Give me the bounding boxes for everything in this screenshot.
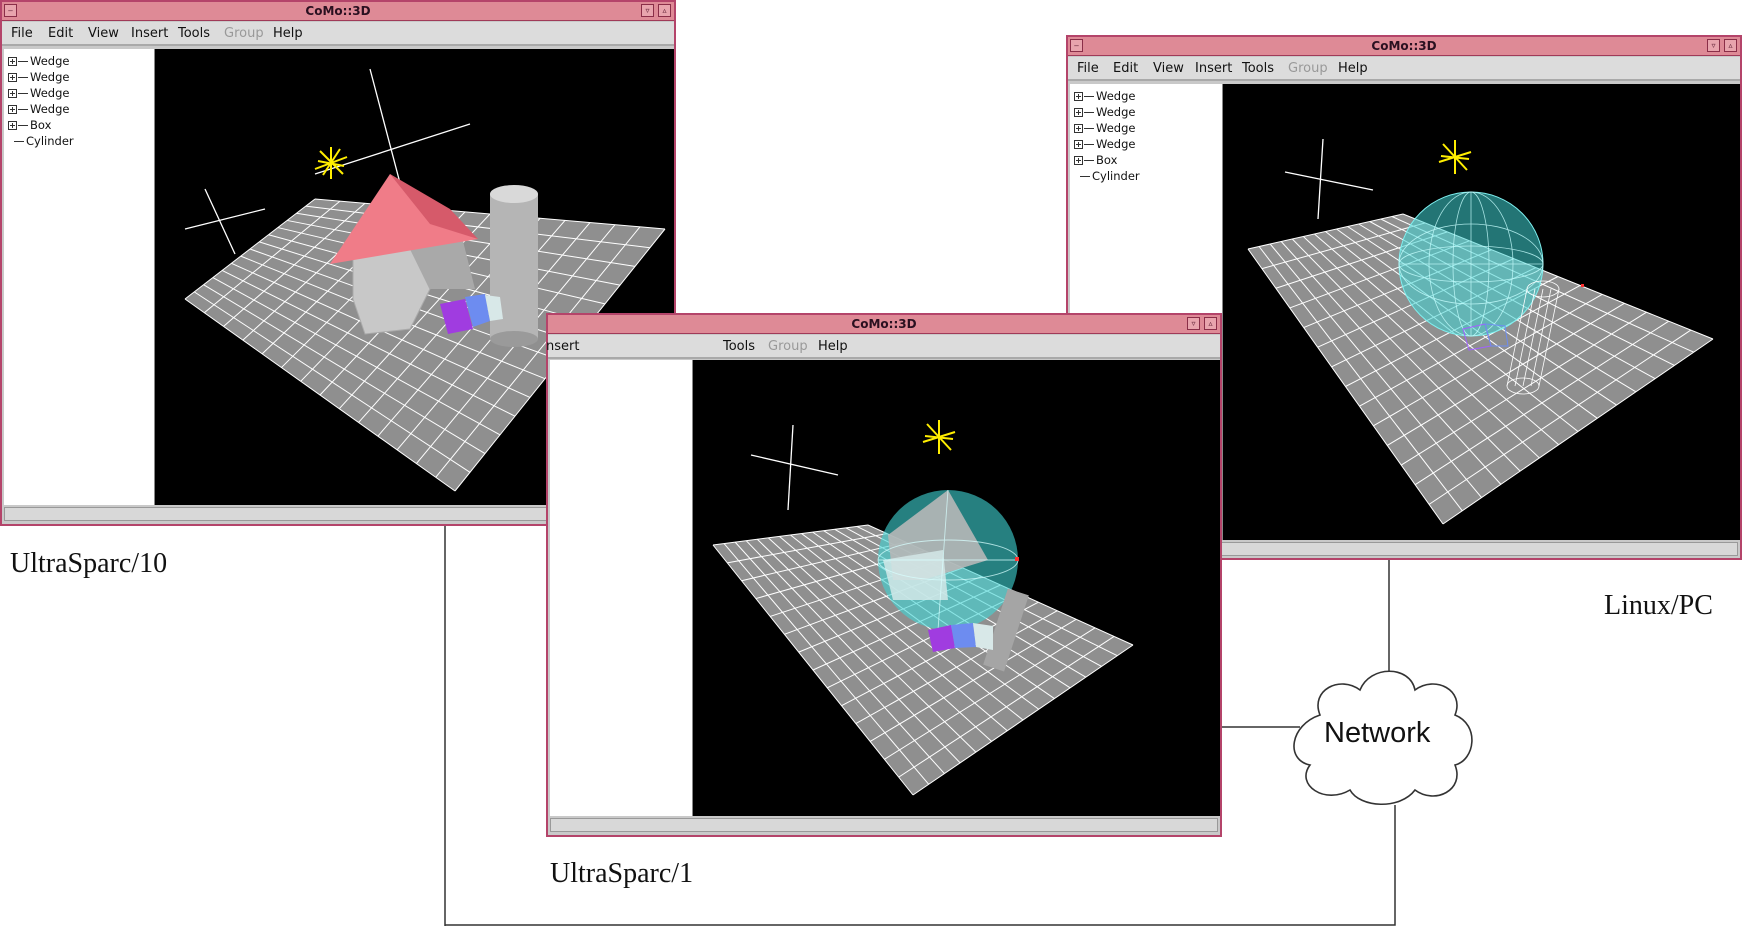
menu-insert[interactable]: Insert bbox=[1195, 61, 1232, 76]
minimize-icon[interactable]: ▿ bbox=[1707, 39, 1720, 52]
menu-group: Group bbox=[768, 339, 808, 354]
tree-item-cylinder[interactable]: Cylinder bbox=[1074, 169, 1140, 183]
scene-tree[interactable]: Wedge Wedge Wedge Wedge Box Cylinder bbox=[4, 49, 155, 505]
tree-item-wedge[interactable]: Wedge bbox=[1074, 89, 1135, 103]
expand-icon[interactable] bbox=[8, 89, 17, 98]
tree-item-wedge[interactable]: Wedge bbox=[1074, 137, 1135, 151]
tree-item-wedge[interactable]: Wedge bbox=[1074, 105, 1135, 119]
window-title: CoMo::3D bbox=[851, 317, 917, 331]
expand-icon[interactable] bbox=[8, 57, 17, 66]
scene-tree[interactable] bbox=[550, 360, 693, 816]
window-title: CoMo::3D bbox=[305, 4, 371, 18]
minimize-icon[interactable]: ▿ bbox=[641, 4, 654, 17]
tree-item-cylinder[interactable]: Cylinder bbox=[8, 134, 74, 148]
menu-bar: File Edit View Insert Tools Group Help bbox=[1068, 57, 1740, 81]
maximize-icon[interactable]: ▵ bbox=[658, 4, 671, 17]
status-bar bbox=[550, 818, 1218, 832]
host-label-linux-pc: Linux/PC bbox=[1604, 590, 1713, 621]
window-title: CoMo::3D bbox=[1371, 39, 1437, 53]
host-label-ultrasparc10: UltraSparc/10 bbox=[10, 548, 168, 579]
expand-icon[interactable] bbox=[8, 121, 17, 130]
tree-item-wedge[interactable]: Wedge bbox=[8, 54, 69, 68]
title-bar[interactable]: CoMo::3D ▿ ▵ bbox=[548, 315, 1220, 334]
expand-icon[interactable] bbox=[1074, 124, 1083, 133]
tree-item-box[interactable]: Box bbox=[1074, 153, 1117, 167]
menu-insert[interactable]: Insert bbox=[131, 26, 168, 41]
menu-help[interactable]: Help bbox=[273, 26, 303, 41]
host-label-ultrasparc1: UltraSparc/1 bbox=[550, 858, 694, 889]
title-bar[interactable]: – CoMo::3D ▿ ▵ bbox=[2, 2, 674, 21]
scene-render bbox=[712, 420, 1134, 796]
menu-edit[interactable]: Edit bbox=[48, 26, 73, 41]
window-ultrasparc1[interactable]: CoMo::3D ▿ ▵ nsert Tools Group Help bbox=[546, 313, 1222, 837]
menu-edit[interactable]: Edit bbox=[1113, 61, 1138, 76]
menu-tools[interactable]: Tools bbox=[723, 339, 755, 354]
tree-item-box[interactable]: Box bbox=[8, 118, 51, 132]
tree-item-wedge[interactable]: Wedge bbox=[8, 70, 69, 84]
menu-group: Group bbox=[1288, 61, 1328, 76]
expand-icon[interactable] bbox=[1074, 108, 1083, 117]
3d-viewport[interactable] bbox=[693, 360, 1220, 816]
expand-icon[interactable] bbox=[1074, 92, 1083, 101]
menu-tools[interactable]: Tools bbox=[1242, 61, 1274, 76]
menu-help[interactable]: Help bbox=[818, 339, 848, 354]
expand-icon[interactable] bbox=[1074, 156, 1083, 165]
menu-file[interactable]: File bbox=[11, 26, 33, 41]
network-label: Network bbox=[1324, 717, 1431, 749]
tree-item-wedge[interactable]: Wedge bbox=[1074, 121, 1135, 135]
menu-tools[interactable]: Tools bbox=[178, 26, 210, 41]
scene-render bbox=[1247, 138, 1714, 525]
menu-view[interactable]: View bbox=[88, 26, 119, 41]
3d-viewport[interactable] bbox=[1223, 84, 1740, 540]
menu-file[interactable]: File bbox=[1077, 61, 1099, 76]
expand-icon[interactable] bbox=[8, 73, 17, 82]
menu-view[interactable]: View bbox=[1153, 61, 1184, 76]
expand-icon[interactable] bbox=[1074, 140, 1083, 149]
menu-bar: nsert Tools Group Help bbox=[546, 335, 1220, 359]
menu-insert[interactable]: nsert bbox=[546, 339, 579, 354]
title-bar[interactable]: – CoMo::3D ▿ ▵ bbox=[1068, 37, 1740, 56]
tree-item-wedge[interactable]: Wedge bbox=[8, 102, 69, 116]
maximize-icon[interactable]: ▵ bbox=[1204, 317, 1217, 330]
menu-group: Group bbox=[224, 26, 264, 41]
maximize-icon[interactable]: ▵ bbox=[1724, 39, 1737, 52]
minimize-icon[interactable]: ▿ bbox=[1187, 317, 1200, 330]
menu-bar: File Edit View Insert Tools Group Help bbox=[2, 22, 674, 46]
expand-icon[interactable] bbox=[8, 105, 17, 114]
tree-item-wedge[interactable]: Wedge bbox=[8, 86, 69, 100]
menu-help[interactable]: Help bbox=[1338, 61, 1368, 76]
